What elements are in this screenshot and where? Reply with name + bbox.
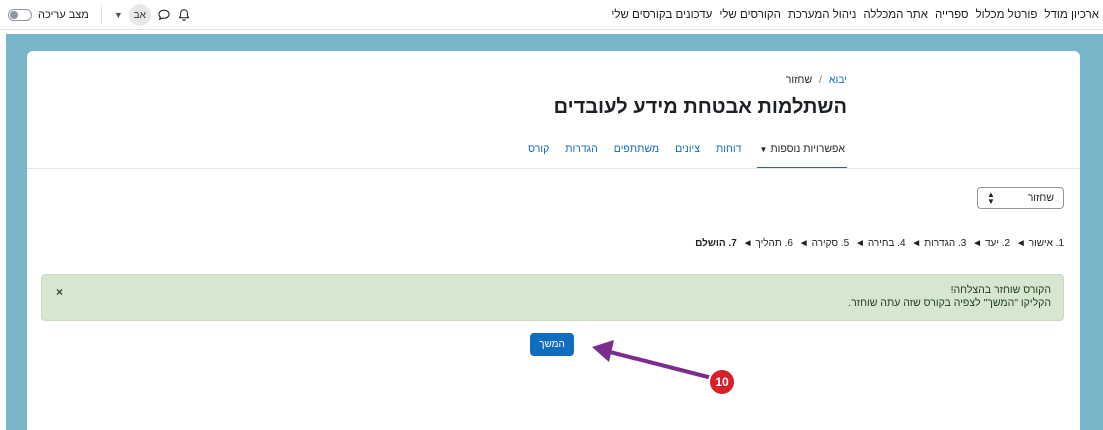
- tab-course[interactable]: קורס: [528, 139, 549, 169]
- tab-reports[interactable]: דוחות: [716, 139, 741, 169]
- nav-link-my-courses[interactable]: הקורסים שלי: [719, 9, 781, 21]
- step-review: 5. סקירה: [811, 238, 850, 249]
- chevron-down-icon: ▼: [759, 145, 768, 154]
- breadcrumb-separator: /: [819, 74, 822, 86]
- nav-link-moodle-archive[interactable]: ארכיון מודל: [1044, 9, 1099, 21]
- success-alert: הקורס שוחזר בהצלחה! הקליקו "המשך" לצפיה …: [41, 274, 1064, 321]
- step-separator: ◄: [911, 238, 922, 249]
- step-separator: ◄: [1015, 238, 1026, 249]
- step-process: 6. תהליך: [755, 238, 793, 249]
- step-number-badge: 10: [708, 368, 736, 396]
- tab-more-label: אפשרויות נוספות: [770, 143, 845, 155]
- page-title: השתלמות אבטחת מידע לעובדים: [553, 96, 847, 118]
- edit-mode-label: מצב עריכה: [38, 9, 89, 21]
- nav-link-library[interactable]: ספרייה: [935, 9, 969, 21]
- step-confirm: 1. אישור: [1028, 238, 1064, 249]
- step-separator: ◄: [972, 238, 982, 249]
- chevron-down-icon[interactable]: ▼: [114, 10, 123, 20]
- step-selection: 4. בחירה: [867, 238, 906, 249]
- page-frame: יבוא / שחזור השתלמות אבטחת מידע לעובדים …: [6, 34, 1103, 430]
- breadcrumb: יבוא / שחזור: [786, 74, 847, 86]
- top-navbar: עדכונים בקורסים שלי הקורסים שלי ניהול המ…: [0, 0, 1103, 30]
- restore-select[interactable]: שחזור ▲ ▼: [977, 187, 1064, 209]
- bell-icon[interactable]: [177, 8, 191, 22]
- close-icon[interactable]: ×: [56, 285, 63, 299]
- nav-link-course-updates[interactable]: עדכונים בקורסים שלי: [611, 9, 712, 21]
- step-separator: ◄: [854, 238, 865, 249]
- tab-grades[interactable]: ציונים: [675, 139, 700, 169]
- primary-navigation: עדכונים בקורסים שלי הקורסים שלי ניהול המ…: [611, 0, 1099, 30]
- step-destination: 2. יעד: [984, 238, 1011, 249]
- divider: [100, 6, 102, 24]
- alert-line-2: הקליקו "המשך" לצפיה בקורס שזה עתה שוחזר.: [848, 297, 1051, 309]
- tab-settings[interactable]: הגדרות: [565, 139, 598, 169]
- step-separator: ◄: [798, 238, 809, 249]
- course-tabs: קורס הגדרות משתתפים ציונים דוחות אפשרויו…: [528, 139, 847, 169]
- select-value: שחזור: [1027, 192, 1054, 204]
- main-content-card: יבוא / שחזור השתלמות אבטחת מידע לעובדים …: [27, 51, 1080, 430]
- nav-link-portal[interactable]: פורטל מכלול: [976, 9, 1038, 21]
- step-settings: 3. הגדרות: [924, 238, 967, 249]
- avatar[interactable]: אב: [128, 4, 151, 26]
- continue-button[interactable]: המשך: [530, 333, 574, 356]
- breadcrumb-current: שחזור: [785, 74, 813, 86]
- breadcrumb-home-link[interactable]: יבוא: [829, 74, 847, 86]
- alert-message: הקורס שוחזר בהצלחה! הקליקו "המשך" לצפיה …: [848, 284, 1051, 310]
- nav-link-site-admin[interactable]: ניהול המערכת: [788, 9, 856, 21]
- tab-more-options[interactable]: אפשרויות נוספות▼: [757, 139, 847, 169]
- user-tools: מצב עריכה ▼ אב: [8, 0, 191, 30]
- restore-progress-steps: 1. אישור◄ 2. יעד◄ 3. הגדרות◄ 4. בחירה◄ 5…: [695, 238, 1064, 249]
- edit-mode-toggle[interactable]: [8, 9, 32, 21]
- divider: [27, 168, 1080, 169]
- alert-line-1: הקורס שוחזר בהצלחה!: [950, 284, 1051, 296]
- step-complete: 7. הושלם: [695, 238, 737, 249]
- select-arrows-icon: ▲ ▼: [987, 190, 995, 206]
- tab-participants[interactable]: משתתפים: [614, 139, 659, 169]
- chat-icon[interactable]: [157, 8, 171, 22]
- step-separator: ◄: [742, 238, 753, 249]
- nav-link-college-site[interactable]: אתר המכללה: [863, 9, 928, 21]
